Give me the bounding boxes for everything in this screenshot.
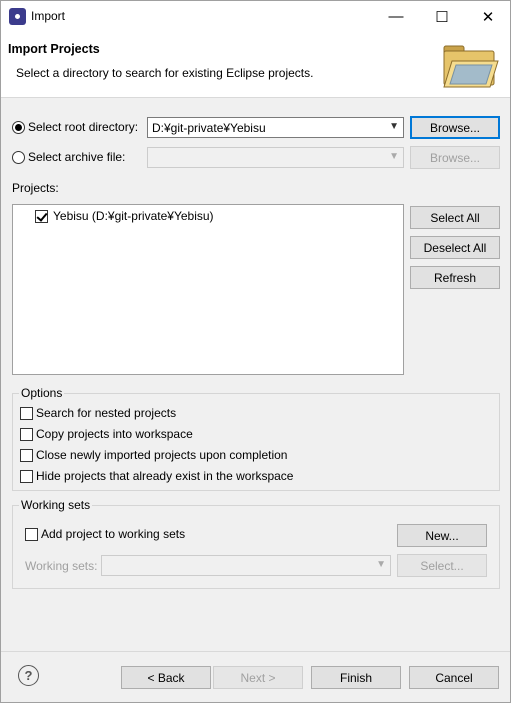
root-dir-combo[interactable]: D:¥git-private¥Yebisu ▼ bbox=[147, 117, 404, 138]
copy-projects-checkbox[interactable] bbox=[20, 428, 33, 441]
archive-browse-button[interactable]: Browse... bbox=[410, 146, 500, 169]
page-title: Import Projects bbox=[8, 42, 100, 56]
help-glyph: ? bbox=[24, 668, 33, 683]
chevron-down-icon: ▼ bbox=[376, 559, 386, 570]
root-dir-value: D:¥git-private¥Yebisu bbox=[152, 121, 266, 135]
chevron-down-icon: ▼ bbox=[389, 151, 399, 162]
add-working-sets-label[interactable]: Add project to working sets bbox=[41, 527, 185, 541]
footer-separator bbox=[1, 651, 510, 652]
projects-label: Projects: bbox=[12, 181, 59, 195]
page-description: Select a directory to search for existin… bbox=[16, 66, 314, 80]
help-icon[interactable]: ? bbox=[18, 665, 39, 686]
hide-projects-checkbox[interactable] bbox=[20, 470, 33, 483]
projects-list[interactable]: Yebisu (D:¥git-private¥Yebisu) bbox=[12, 204, 404, 375]
root-dir-label: Select root directory: bbox=[28, 120, 139, 134]
next-button[interactable]: Next > bbox=[213, 666, 303, 689]
working-sets-title: Working sets bbox=[19, 498, 93, 512]
chevron-down-icon: ▼ bbox=[389, 121, 399, 132]
select-all-button[interactable]: Select All bbox=[410, 206, 500, 229]
copy-projects-label[interactable]: Copy projects into workspace bbox=[36, 427, 193, 441]
cancel-button[interactable]: Cancel bbox=[409, 666, 499, 689]
archive-radio[interactable] bbox=[12, 151, 25, 164]
working-sets-combo[interactable]: ▼ bbox=[101, 555, 391, 576]
project-checkbox[interactable] bbox=[35, 210, 48, 223]
finish-button[interactable]: Finish bbox=[311, 666, 401, 689]
window-title: Import bbox=[31, 9, 66, 23]
wizard-header: Import Projects Select a directory to se… bbox=[1, 32, 510, 98]
nested-projects-label[interactable]: Search for nested projects bbox=[36, 406, 176, 420]
maximize-icon: ☐ bbox=[435, 8, 449, 26]
import-dialog: Import — ☐ ✕ Import Projects Select a di… bbox=[0, 0, 511, 703]
select-working-sets-button[interactable]: Select... bbox=[397, 554, 487, 577]
list-item[interactable]: Yebisu (D:¥git-private¥Yebisu) bbox=[53, 209, 214, 223]
close-projects-label[interactable]: Close newly imported projects upon compl… bbox=[36, 448, 287, 462]
minimize-button[interactable]: — bbox=[373, 1, 419, 32]
close-icon: ✕ bbox=[481, 8, 495, 26]
close-projects-checkbox[interactable] bbox=[20, 449, 33, 462]
eclipse-icon bbox=[9, 8, 26, 25]
archive-label: Select archive file: bbox=[28, 150, 126, 164]
hide-projects-label[interactable]: Hide projects that already exist in the … bbox=[36, 469, 293, 483]
nested-projects-checkbox[interactable] bbox=[20, 407, 33, 420]
title-bar: Import — ☐ ✕ bbox=[1, 1, 510, 32]
options-title: Options bbox=[19, 386, 65, 400]
minimize-icon: — bbox=[388, 8, 404, 25]
deselect-all-button[interactable]: Deselect All bbox=[410, 236, 500, 259]
add-working-sets-checkbox[interactable] bbox=[25, 528, 38, 541]
working-sets-label: Working sets: bbox=[25, 559, 98, 573]
maximize-button[interactable]: ☐ bbox=[419, 1, 465, 32]
new-working-set-button[interactable]: New... bbox=[397, 524, 487, 547]
root-dir-radio[interactable] bbox=[12, 121, 25, 134]
refresh-button[interactable]: Refresh bbox=[410, 266, 500, 289]
back-button[interactable]: < Back bbox=[121, 666, 211, 689]
folder-icon bbox=[443, 45, 499, 88]
root-browse-button[interactable]: Browse... bbox=[410, 116, 500, 139]
archive-combo[interactable]: ▼ bbox=[147, 147, 404, 168]
close-button[interactable]: ✕ bbox=[465, 1, 511, 32]
